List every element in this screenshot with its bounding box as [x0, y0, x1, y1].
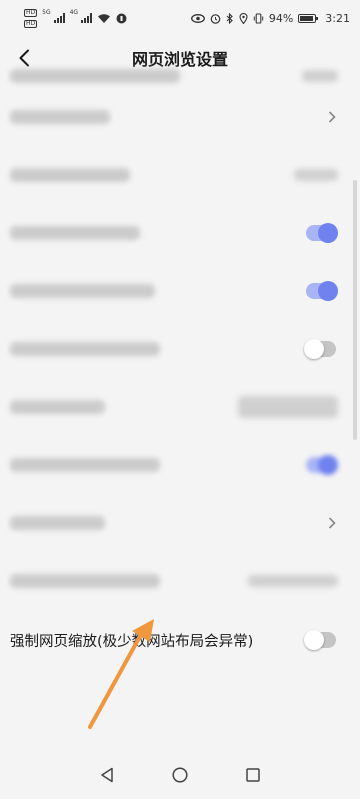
- battery-percent: 94%: [268, 11, 294, 25]
- bluetooth-icon: [226, 12, 233, 24]
- navigation-bar: [0, 751, 360, 799]
- square-recents-icon: [246, 768, 261, 782]
- settings-row-force-zoom[interactable]: 强制网页缩放(极少数网站布局会异常): [0, 610, 360, 670]
- obscured-label: [10, 226, 140, 240]
- settings-row-obscured[interactable]: [0, 88, 360, 146]
- battery-icon: [298, 13, 319, 23]
- notification-icon: [116, 13, 127, 23]
- annotation-arrow-icon: [88, 619, 154, 729]
- obscured-value: [294, 169, 338, 181]
- nav-recents-button[interactable]: [238, 760, 268, 790]
- obscured-toggle[interactable]: [306, 223, 338, 243]
- settings-row-obscured[interactable]: [0, 436, 360, 494]
- signal-icon-1: [53, 13, 65, 23]
- settings-row-obscured[interactable]: [0, 320, 360, 378]
- clock: 3:21: [325, 11, 350, 25]
- alarm-icon: [210, 13, 221, 24]
- obscured-value: [248, 575, 338, 587]
- wifi-icon: [98, 13, 111, 23]
- location-icon: [239, 12, 248, 24]
- signal-icon-2: [81, 13, 93, 23]
- settings-row-obscured[interactable]: [0, 146, 360, 204]
- obscured-label: [10, 110, 110, 124]
- obscured-label: [10, 516, 105, 530]
- vibrate-icon: [253, 12, 264, 24]
- obscured-label: [10, 458, 160, 472]
- hd-badge-1: HD: [24, 8, 38, 17]
- obscured-toggle[interactable]: [306, 455, 338, 475]
- status-bar: HD HD 5G 4G 94% 3:21: [0, 0, 360, 36]
- obscured-toggle[interactable]: [306, 281, 338, 301]
- settings-row-obscured[interactable]: [0, 204, 360, 262]
- obscured-label: [10, 574, 160, 588]
- obscured-toggle[interactable]: [304, 339, 336, 359]
- nav-home-button[interactable]: [165, 760, 195, 790]
- obscured-value: [238, 396, 338, 418]
- scrollbar[interactable]: [353, 180, 357, 440]
- obscured-label: [10, 284, 155, 298]
- nav-back-button[interactable]: [92, 760, 122, 790]
- settings-row-obscured[interactable]: [0, 262, 360, 320]
- circle-home-icon: [172, 767, 188, 783]
- obscured-label: [10, 69, 180, 83]
- chevron-right-icon: [326, 517, 338, 529]
- settings-row-obscured[interactable]: [0, 494, 360, 552]
- eye-icon: [190, 13, 205, 23]
- settings-row-obscured[interactable]: [0, 378, 360, 436]
- network-type-2: 4G: [69, 8, 79, 16]
- network-type-1: 5G: [42, 8, 51, 16]
- settings-row-obscured-top[interactable]: [0, 64, 360, 88]
- obscured-label: [10, 342, 160, 356]
- force-zoom-toggle[interactable]: [304, 630, 336, 650]
- obscured-value: [302, 70, 338, 82]
- settings-list: 强制网页缩放(极少数网站布局会异常): [0, 64, 360, 670]
- hd-badge-2: HD: [24, 19, 38, 28]
- settings-row-obscured[interactable]: [0, 552, 360, 610]
- obscured-label: [10, 400, 105, 414]
- obscured-label: [10, 168, 130, 182]
- chevron-right-icon: [326, 111, 338, 123]
- triangle-back-icon: [100, 767, 113, 783]
